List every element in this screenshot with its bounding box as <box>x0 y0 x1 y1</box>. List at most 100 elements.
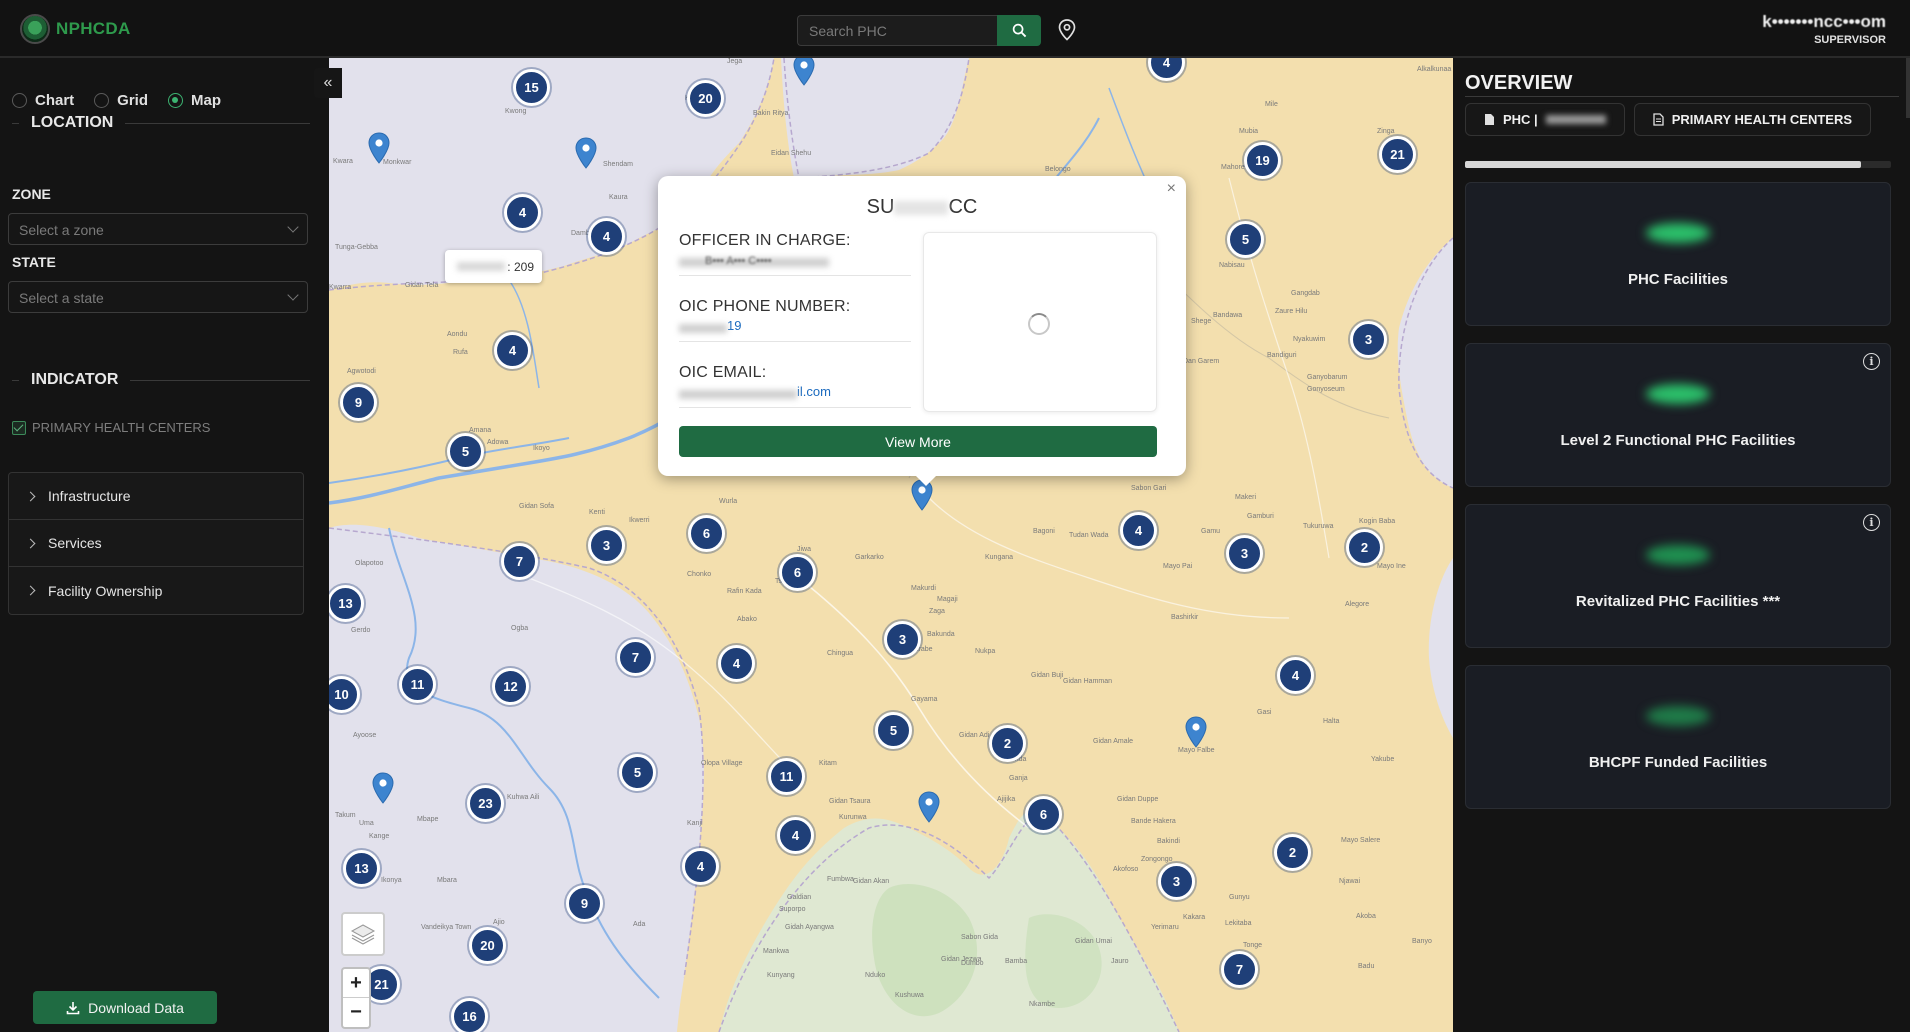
overview-card[interactable]: Revitalized PHC Facilities *** i <box>1465 504 1891 648</box>
user-menu[interactable]: k•••••••ncc•••om SUPERVISOR <box>1762 12 1886 46</box>
tabs-scrollbar[interactable] <box>1465 161 1891 168</box>
facility-cluster-marker[interactable]: 11 <box>768 758 805 795</box>
view-map-radio[interactable]: Map <box>168 92 221 109</box>
map-place-label: Gonyoseum <box>1307 386 1345 393</box>
tab-phc[interactable]: PHC | <box>1465 103 1625 136</box>
facility-cluster-marker[interactable]: 5 <box>875 712 912 749</box>
facility-cluster-marker[interactable]: 5 <box>1227 221 1264 258</box>
facility-cluster-marker[interactable]: 6 <box>779 554 816 591</box>
facility-cluster-marker[interactable]: 3 <box>1226 535 1263 572</box>
layers-control-button[interactable] <box>341 912 385 956</box>
facility-pin-marker[interactable] <box>918 791 940 823</box>
facility-cluster-marker[interactable]: 3 <box>588 527 625 564</box>
facility-pin-marker[interactable] <box>1185 716 1207 748</box>
facility-cluster-marker[interactable]: 4 <box>504 194 541 231</box>
email-address: il.com <box>797 384 831 399</box>
facility-cluster-marker[interactable]: 23 <box>467 785 504 822</box>
facility-pin-marker[interactable] <box>368 132 390 164</box>
info-icon[interactable]: i <box>1863 514 1880 531</box>
map-place-label: Mahore <box>1221 164 1245 171</box>
facility-cluster-marker[interactable]: 7 <box>501 543 538 580</box>
zoom-controls: + − <box>341 967 371 1029</box>
facility-cluster-marker[interactable]: 6 <box>1025 796 1062 833</box>
facility-pin-marker[interactable] <box>575 137 597 169</box>
tab-primary-health-centers[interactable]: PRIMARY HEALTH CENTERS <box>1633 103 1872 136</box>
facility-cluster-marker[interactable]: 16 <box>451 998 488 1032</box>
facility-cluster-marker[interactable]: 4 <box>1120 512 1157 549</box>
facility-cluster-marker[interactable]: 4 <box>777 817 814 854</box>
collapse-sidebar-button[interactable]: « <box>314 68 342 98</box>
download-data-button[interactable]: Download Data <box>33 991 217 1024</box>
email-value[interactable]: il.com <box>679 384 911 408</box>
scrollbar-thumb[interactable] <box>1465 161 1861 168</box>
overview-card[interactable]: PHC Facilities <box>1465 182 1891 326</box>
zone-select[interactable]: Select a zone <box>8 213 308 245</box>
facility-cluster-marker[interactable]: 3 <box>1350 321 1387 358</box>
facility-cluster-marker[interactable]: 4 <box>718 645 755 682</box>
user-email: k•••••••ncc•••om <box>1762 12 1886 31</box>
overview-card[interactable]: Level 2 Functional PHC Facilities i <box>1465 343 1891 487</box>
nphcda-logo[interactable]: NPHCDA <box>20 14 131 44</box>
view-more-button[interactable]: View More <box>679 426 1157 457</box>
facility-cluster-marker[interactable]: 5 <box>447 433 484 470</box>
phone-value[interactable]: 19 <box>679 318 911 342</box>
map-place-label: Nabisau <box>1219 262 1245 269</box>
facility-cluster-marker[interactable]: 19 <box>1244 142 1281 179</box>
map-place-label: Jiwa <box>797 546 812 553</box>
facility-cluster-marker[interactable]: 21 <box>1379 136 1416 173</box>
overview-card[interactable]: BHCPF Funded Facilities <box>1465 665 1891 809</box>
zoom-out-button[interactable]: − <box>343 998 369 1027</box>
search-button[interactable] <box>997 15 1041 46</box>
view-grid-radio[interactable]: Grid <box>94 92 148 109</box>
zone-select-placeholder: Select a zone <box>19 222 104 238</box>
facility-cluster-marker[interactable]: 15 <box>513 69 550 106</box>
tab-label: PRIMARY HEALTH CENTERS <box>1671 112 1853 127</box>
facility-cluster-marker[interactable]: 9 <box>340 384 377 421</box>
document-icon <box>1653 113 1664 126</box>
accordion-facility-ownership[interactable]: Facility Ownership <box>9 567 303 614</box>
facility-cluster-marker[interactable]: 2 <box>1346 529 1383 566</box>
facility-cluster-marker[interactable]: 20 <box>469 927 506 964</box>
page-scrollbar[interactable] <box>1906 58 1910 118</box>
facility-cluster-marker[interactable]: 4 <box>494 332 531 369</box>
state-select[interactable]: Select a state <box>8 281 308 313</box>
map-place-label: Gidan Tela <box>405 282 439 289</box>
zoom-in-button[interactable]: + <box>343 969 369 998</box>
overview-card-label: Level 2 Functional PHC Facilities <box>1560 432 1796 449</box>
view-chart-radio[interactable]: Chart <box>12 92 74 109</box>
map-place-label: Bagoni <box>1033 528 1055 535</box>
map-place-label: Mayo Salere <box>1341 837 1381 844</box>
facility-cluster-marker[interactable]: 7 <box>617 639 654 676</box>
map-place-label: Ajijika <box>997 796 1016 803</box>
facility-cluster-marker[interactable]: 3 <box>1158 863 1195 900</box>
chevron-right-icon <box>25 538 36 548</box>
facility-cluster-marker[interactable]: 2 <box>1274 834 1311 871</box>
map-place-label: Sabon Gida <box>961 934 998 941</box>
checkbox-checked-icon <box>12 420 26 435</box>
facility-cluster-marker[interactable]: 3 <box>884 621 921 658</box>
facility-pin-marker[interactable] <box>793 58 815 86</box>
facility-pin-marker[interactable] <box>372 772 394 804</box>
map-view[interactable]: Jega Kwara Kwong Bakin Ritya Eidan Shehu Shen… <box>329 58 1453 1032</box>
accordion-infrastructure[interactable]: Infrastructure <box>9 473 303 520</box>
facility-cluster-marker[interactable]: 11 <box>399 666 436 703</box>
info-icon[interactable]: i <box>1863 353 1880 370</box>
facility-cluster-marker[interactable]: 4 <box>1277 657 1314 694</box>
facility-cluster-marker[interactable]: 6 <box>688 515 725 552</box>
facility-cluster-marker[interactable]: 4 <box>588 218 625 255</box>
primary-health-centers-checkbox[interactable]: PRIMARY HEALTH CENTERS <box>12 420 210 435</box>
location-pin-button[interactable] <box>1056 18 1078 42</box>
facility-cluster-marker[interactable]: 12 <box>492 668 529 705</box>
document-icon <box>1485 114 1494 125</box>
facility-cluster-marker[interactable]: 20 <box>687 80 724 117</box>
facility-cluster-marker[interactable]: 7 <box>1221 951 1258 988</box>
facility-cluster-marker[interactable]: 5 <box>619 754 656 791</box>
search-input[interactable] <box>797 15 997 46</box>
facility-cluster-marker[interactable]: 13 <box>343 850 380 887</box>
accordion-services[interactable]: Services <box>9 520 303 567</box>
overview-title: OVERVIEW <box>1465 72 1899 97</box>
facility-cluster-marker[interactable]: 9 <box>566 885 603 922</box>
facility-cluster-marker[interactable]: 4 <box>682 848 719 885</box>
facility-cluster-marker[interactable]: 2 <box>989 725 1026 762</box>
map-place-label: Bakin Ritya <box>753 110 789 117</box>
